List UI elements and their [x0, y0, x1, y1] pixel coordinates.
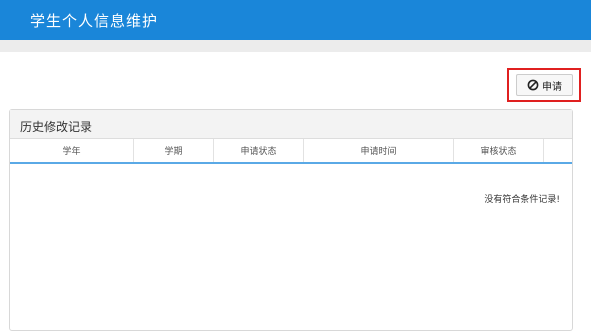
header-divider: [0, 40, 591, 52]
column-header-apply-status[interactable]: 申请状态: [214, 139, 304, 162]
column-header-apply-time[interactable]: 申请时间: [304, 139, 454, 162]
apply-button[interactable]: 申请: [516, 74, 573, 96]
ban-icon: [527, 79, 539, 91]
history-panel: 历史修改记录 学年 学期 申请状态 申请时间 审核状态 没有符合条件记录!: [9, 109, 573, 331]
history-panel-title: 历史修改记录: [20, 120, 93, 134]
page-title: 学生个人信息维护: [30, 12, 159, 30]
column-header-year[interactable]: 学年: [10, 139, 134, 162]
history-table-header: 学年 学期 申请状态 申请时间 审核状态: [10, 139, 572, 164]
column-header-review-status[interactable]: 审核状态: [454, 139, 544, 162]
empty-table-message: 没有符合条件记录!: [484, 195, 560, 205]
apply-button-label: 申请: [542, 81, 562, 93]
column-header-term[interactable]: 学期: [134, 139, 214, 162]
page-header: 学生个人信息维护: [0, 0, 591, 40]
history-panel-heading: 历史修改记录: [10, 110, 572, 139]
